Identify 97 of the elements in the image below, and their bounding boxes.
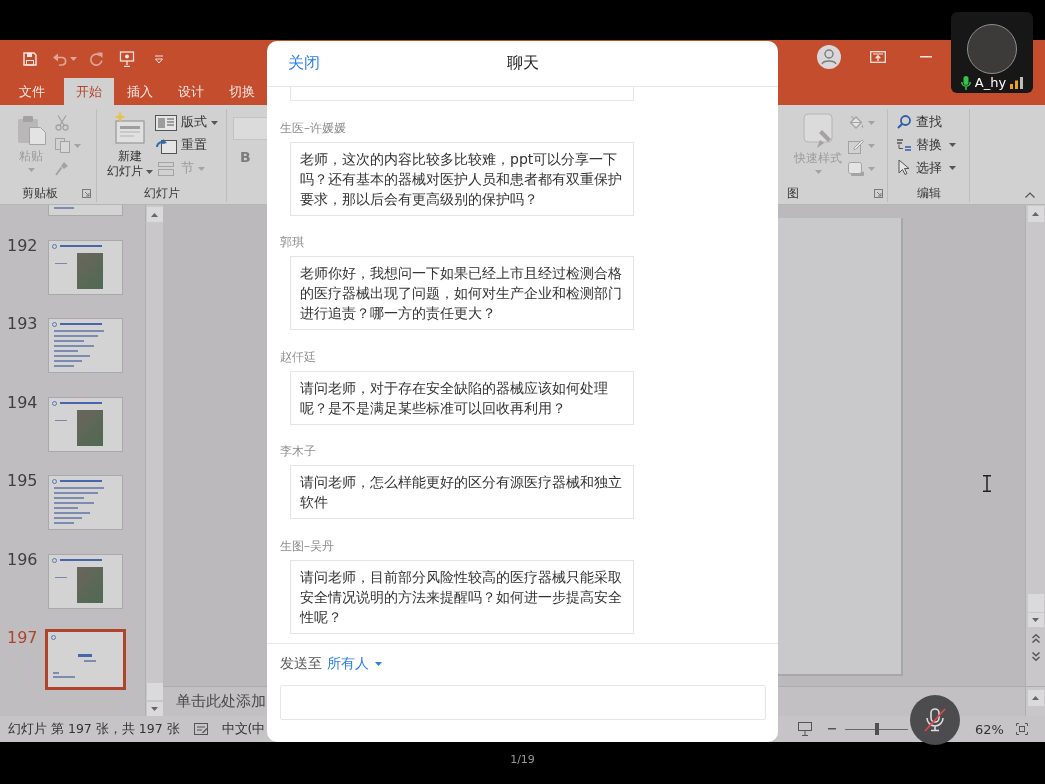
- zoom-percent[interactable]: 62%: [975, 721, 1004, 737]
- scroll-up-button[interactable]: [1027, 690, 1044, 706]
- send-to-label: 发送至: [280, 655, 322, 673]
- group-label: 编辑: [916, 184, 941, 202]
- font-name-field[interactable]: [233, 117, 267, 140]
- caret-icon: [375, 662, 382, 666]
- redo-icon[interactable]: [89, 52, 103, 66]
- slide-number: 195: [6, 472, 39, 492]
- slide-thumbnail[interactable]: [48, 553, 123, 609]
- slide-thumbnail[interactable]: [48, 239, 123, 295]
- sender-name: 赵仟廷: [280, 349, 316, 364]
- triangle-down-icon: [1032, 618, 1039, 622]
- message-bubble: 老师，这次的内容比较多比较难，ppt可以分享一下吗？还有基本的器械对医护人员和患者都有双重保护要求，那以后会有更高级别的保护吗？: [290, 141, 634, 216]
- slide-star-icon: [114, 111, 146, 145]
- language-label[interactable]: 中文(中: [221, 720, 266, 738]
- slide-thumbnail[interactable]: [48, 475, 123, 530]
- select-button[interactable]: 选择: [896, 156, 956, 179]
- slide-number: 196: [6, 550, 39, 571]
- photo-placeholder: [77, 409, 103, 446]
- scroll-up-button[interactable]: [146, 207, 163, 222]
- save-icon[interactable]: [23, 52, 37, 66]
- ribbon-tab[interactable]: 设计: [166, 78, 216, 105]
- user-avatar-icon[interactable]: [817, 45, 841, 69]
- chevron-up-icon[interactable]: [1025, 192, 1035, 198]
- scroll-down-button[interactable]: [1027, 613, 1044, 627]
- slide-arrow-icon: [155, 137, 177, 154]
- text-cursor-icon: [982, 475, 992, 492]
- recipient-dropdown[interactable]: 所有人: [327, 655, 382, 673]
- slide-number: 192: [6, 236, 39, 257]
- scroll-thumb[interactable]: [146, 683, 163, 700]
- scroll-down-button[interactable]: [146, 702, 163, 716]
- slide-thumbnail[interactable]: [48, 318, 123, 373]
- zoom-slider-thumb[interactable]: [874, 723, 879, 735]
- new-slide-button[interactable]: 新建 幻灯片: [105, 109, 155, 184]
- box-arrow-up-icon[interactable]: [870, 51, 886, 63]
- scroll-up-button[interactable]: [1027, 206, 1044, 222]
- caret-icon: [70, 57, 77, 61]
- message-bubble: 请问老师，怎么样能更好的区分有源医疗器械和独立软件: [290, 465, 634, 519]
- monitor-icon[interactable]: [119, 51, 135, 67]
- slide-count-label: 幻灯片 第 197 张，共 197 张: [8, 720, 180, 738]
- avatar-placeholder: [967, 24, 1017, 74]
- slide-thumbnail[interactable]: [48, 396, 123, 452]
- triangle-up-icon: [1032, 212, 1039, 216]
- group-label: 剪贴板: [22, 184, 58, 202]
- brush-tile-icon: [803, 113, 833, 149]
- minus-icon[interactable]: [828, 728, 836, 730]
- replace-button[interactable]: 替换: [896, 133, 956, 156]
- text-lines-icon: [896, 137, 912, 152]
- triangle-down-icon: [151, 707, 158, 711]
- cursor-arrow-icon: [898, 159, 910, 176]
- slide-thumbnail[interactable]: [48, 205, 123, 216]
- slide-number: 194: [6, 393, 39, 414]
- photo-placeholder: [77, 252, 103, 289]
- slide-number: 197: [6, 629, 39, 649]
- triangle-up-icon: [1032, 696, 1039, 700]
- close-button[interactable]: 关闭: [288, 53, 320, 74]
- sections-icon: [155, 160, 177, 177]
- dropdown-icon[interactable]: [154, 54, 164, 64]
- scroll-thumb[interactable]: [1027, 594, 1044, 612]
- find-button[interactable]: 查找: [896, 110, 956, 133]
- page-indicator: 1/19: [510, 753, 535, 766]
- sender-name: 生图–吴丹: [280, 538, 334, 553]
- message-bubble: 老师你好，我想问一下如果已经上市且经过检测合格的医疗器械出现了问题，如何对生产企业和检测部门进行追责？哪一方的责任更大？: [290, 256, 634, 330]
- group-label: 幻灯片: [143, 184, 180, 202]
- message-input[interactable]: [280, 685, 766, 720]
- double-chevron-down-icon: [1031, 651, 1040, 661]
- message-bubble: 请问老师，对于存在安全缺陷的器械应该如何处理呢？是不是满足某些标准可以回收再利用？: [290, 370, 634, 425]
- triangle-up-icon: [151, 212, 158, 217]
- fit-to-window-icon[interactable]: [1015, 723, 1028, 735]
- dialog-title: 聊天: [506, 53, 539, 74]
- ribbon-tab[interactable]: 开始: [64, 78, 114, 105]
- note-icon[interactable]: [193, 723, 208, 735]
- group-label: 图: [787, 184, 799, 202]
- message-bubble: 请问老师，目前部分风险性较高的医疗器械只能采取安全情况说明的方法来提醒吗？如何进一步提高安全性呢？: [290, 559, 634, 634]
- ribbon-tab[interactable]: 切换: [217, 78, 267, 105]
- photo-placeholder: [77, 566, 103, 603]
- corner-arrow-icon[interactable]: [874, 188, 883, 198]
- ribbon-tab[interactable]: 插入: [115, 78, 165, 105]
- slide-number: 193: [6, 315, 39, 335]
- search-icon: [897, 114, 911, 129]
- ribbon-tab[interactable]: 文件: [7, 78, 57, 105]
- clipboard-icon: [16, 115, 46, 145]
- participant-name: A_hy: [974, 75, 1007, 91]
- corner-arrow-icon[interactable]: [82, 188, 91, 198]
- sender-name: 李木子: [280, 444, 316, 458]
- monitor-icon[interactable]: [798, 722, 812, 736]
- double-chevron-up-icon: [1031, 633, 1040, 643]
- notes-field[interactable]: 单击此处添加: [163, 686, 267, 716]
- slide-thumbnail[interactable]: [45, 629, 126, 690]
- undo-icon[interactable]: [53, 52, 67, 66]
- layout-button[interactable]: 版式: [155, 111, 218, 134]
- reset-button[interactable]: 重置: [155, 134, 218, 157]
- minimize-icon[interactable]: [920, 56, 932, 58]
- slide-layout-icon: [155, 114, 177, 131]
- sender-name: 生医–许媛媛: [280, 120, 346, 135]
- signal-bars-icon: [1010, 77, 1024, 89]
- sender-name: 郭琪: [280, 235, 304, 249]
